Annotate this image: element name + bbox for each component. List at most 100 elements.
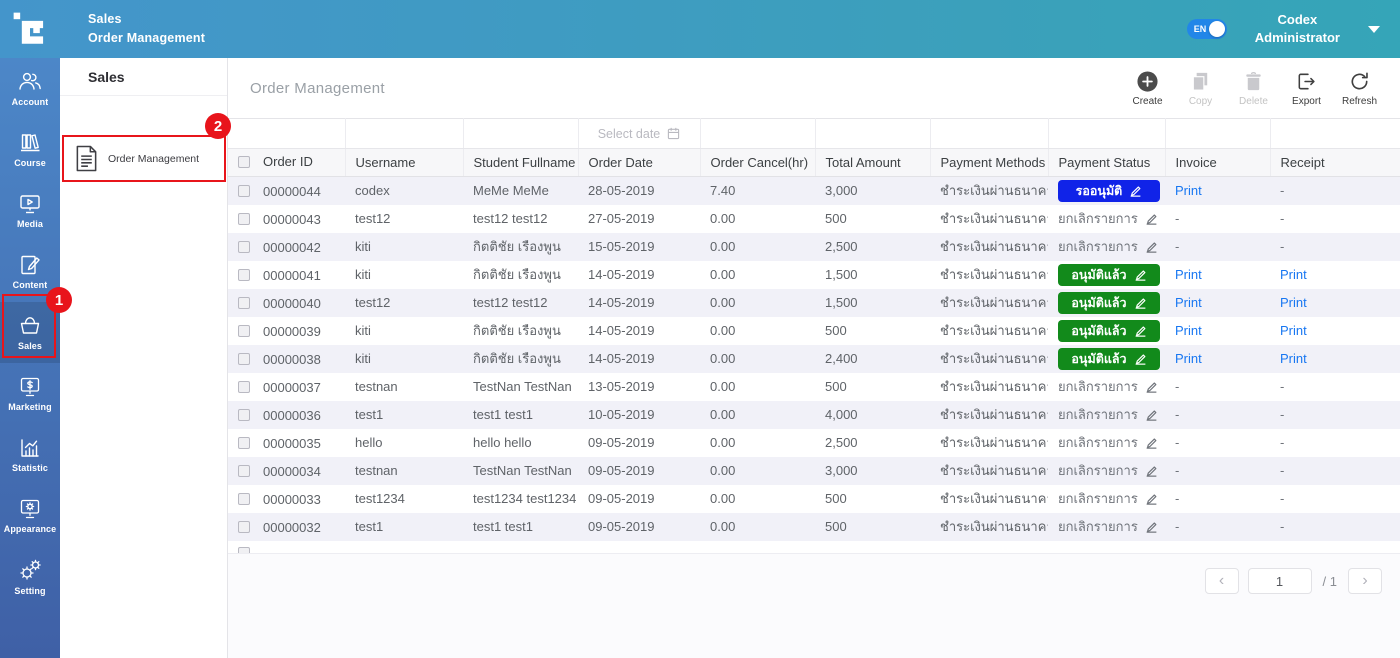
sidebar-item-setting[interactable]: Setting: [0, 546, 60, 607]
receipt-print-link[interactable]: Print: [1280, 323, 1307, 338]
language-toggle-label: EN: [1194, 24, 1207, 34]
cell-payment-method: ชำระเงินผ่านธนาคาร: [930, 513, 1048, 541]
monitor-play-icon: [18, 192, 42, 216]
cell-order-date: 14-05-2019: [578, 317, 700, 345]
row-checkbox[interactable]: [238, 185, 250, 197]
users-icon: [17, 70, 43, 94]
cell-invoice: -: [1165, 373, 1270, 401]
filter-payment-status[interactable]: [1048, 119, 1165, 149]
export-button[interactable]: Export: [1280, 70, 1333, 107]
row-checkbox[interactable]: [238, 409, 250, 421]
row-checkbox[interactable]: [238, 547, 250, 553]
filter-invoice[interactable]: [1165, 119, 1270, 149]
prev-page-button[interactable]: ‹: [1205, 568, 1239, 594]
pagination: ‹ / 1 ›: [228, 554, 1400, 594]
sidebar-item-statistic[interactable]: Statistic: [0, 424, 60, 485]
payment-status-badge[interactable]: อนุมัติแล้ว: [1058, 320, 1160, 342]
user-menu[interactable]: Codex Administrator: [1255, 11, 1340, 46]
row-checkbox[interactable]: [238, 437, 250, 449]
sidebar-item-account[interactable]: Account: [0, 58, 60, 119]
receipt-print-link[interactable]: Print: [1280, 351, 1307, 366]
payment-status-edit[interactable]: ยกเลิกรายการ: [1058, 432, 1158, 453]
cell-username: hello: [345, 429, 463, 457]
invoice-print-link[interactable]: Print: [1175, 295, 1202, 310]
payment-status-edit[interactable]: ยกเลิกรายการ: [1058, 460, 1158, 481]
cell-receipt: -: [1270, 177, 1400, 205]
invoice-empty: -: [1175, 519, 1179, 534]
payment-status-edit[interactable]: ยกเลิกรายการ: [1058, 488, 1158, 509]
payment-status-badge[interactable]: อนุมัติแล้ว: [1058, 292, 1160, 314]
next-page-button[interactable]: ›: [1348, 568, 1382, 594]
cell-fullname: test12 test12: [463, 289, 578, 317]
filter-fullname[interactable]: [463, 119, 578, 149]
payment-status-edit[interactable]: ยกเลิกรายการ: [1058, 516, 1158, 537]
payment-status-edit[interactable]: ยกเลิกรายการ: [1058, 236, 1158, 257]
cell-username: kiti: [345, 317, 463, 345]
app-logo[interactable]: [0, 0, 60, 58]
table-row: 00000039kitiกิตติชัย เรืองพูน14-05-20190…: [228, 317, 1400, 345]
row-checkbox[interactable]: [238, 325, 250, 337]
language-toggle[interactable]: EN: [1187, 19, 1227, 39]
submenu-item-order-management[interactable]: Order Management: [62, 135, 226, 182]
payment-status-badge[interactable]: อนุมัติแล้ว: [1058, 348, 1160, 370]
delete-button[interactable]: Delete: [1227, 70, 1280, 107]
col-payment-status: Payment Status: [1048, 149, 1165, 177]
sidebar-item-course[interactable]: Course: [0, 119, 60, 180]
payment-status-edit[interactable]: ยกเลิกรายการ: [1058, 208, 1158, 229]
filter-order-date[interactable]: Select date: [578, 119, 700, 149]
row-checkbox[interactable]: [238, 465, 250, 477]
filter-order-id[interactable]: [228, 119, 345, 149]
filter-total-amount[interactable]: [815, 119, 930, 149]
chevron-down-icon[interactable]: [1368, 26, 1380, 33]
row-checkbox[interactable]: [238, 521, 250, 533]
filter-username[interactable]: [345, 119, 463, 149]
row-checkbox[interactable]: [238, 213, 250, 225]
receipt-empty: -: [1280, 463, 1284, 478]
toggle-knob: [1209, 21, 1225, 37]
cell-order-id: 00000036: [228, 401, 345, 429]
cell-fullname: TestNan TestNan: [463, 457, 578, 485]
sidebar-item-appearance[interactable]: Appearance: [0, 485, 60, 546]
row-checkbox[interactable]: [238, 241, 250, 253]
sidebar-item-sales[interactable]: Sales: [0, 302, 60, 363]
row-checkbox[interactable]: [238, 381, 250, 393]
cell-receipt: Print: [1270, 289, 1400, 317]
sidebar-item-media[interactable]: Media: [0, 180, 60, 241]
payment-status-edit[interactable]: ยกเลิกรายการ: [1058, 404, 1158, 425]
cell-fullname: กิตติชัย เรืองพูน: [463, 317, 578, 345]
select-all-checkbox[interactable]: [238, 156, 250, 168]
invoice-print-link[interactable]: Print: [1175, 267, 1202, 282]
invoice-print-link[interactable]: Print: [1175, 351, 1202, 366]
copy-button[interactable]: Copy: [1174, 70, 1227, 107]
cell-receipt: -: [1270, 373, 1400, 401]
row-checkbox[interactable]: [238, 269, 250, 281]
receipt-print-link[interactable]: Print: [1280, 295, 1307, 310]
payment-status-badge[interactable]: อนุมัติแล้ว: [1058, 264, 1160, 286]
cell-payment-status: ยกเลิกรายการ: [1048, 373, 1165, 401]
receipt-print-link[interactable]: Print: [1280, 267, 1307, 282]
sidebar-item-marketing[interactable]: Marketing: [0, 363, 60, 424]
filter-receipt[interactable]: [1270, 119, 1400, 149]
row-checkbox[interactable]: [238, 493, 250, 505]
row-checkbox[interactable]: [238, 297, 250, 309]
create-button[interactable]: Create: [1121, 70, 1174, 107]
cell-payment-status: อนุมัติแล้ว: [1048, 289, 1165, 317]
table-row: 00000036test1test1 test110-05-20190.004,…: [228, 401, 1400, 429]
cell-total-amount: 1,500: [815, 261, 930, 289]
table-row: 00000042kitiกิตติชัย เรืองพูน15-05-20190…: [228, 233, 1400, 261]
row-checkbox[interactable]: [238, 353, 250, 365]
invoice-print-link[interactable]: Print: [1175, 323, 1202, 338]
refresh-button[interactable]: Refresh: [1333, 70, 1386, 107]
cell-order-date: 14-05-2019: [578, 345, 700, 373]
document-icon: [74, 144, 99, 173]
user-name: Codex: [1255, 11, 1340, 29]
cell-cancel-hr: 0.00: [700, 261, 815, 289]
order-id-value: 00000038: [263, 352, 321, 367]
payment-status-badge[interactable]: รออนุมัติ: [1058, 180, 1160, 202]
filter-payment-methods[interactable]: [930, 119, 1048, 149]
page-number-input[interactable]: [1248, 568, 1312, 594]
payment-status-edit[interactable]: ยกเลิกรายการ: [1058, 376, 1158, 397]
invoice-print-link[interactable]: Print: [1175, 183, 1202, 198]
filter-cancel-hr[interactable]: [700, 119, 815, 149]
breadcrumb: Sales Order Management: [88, 10, 205, 48]
